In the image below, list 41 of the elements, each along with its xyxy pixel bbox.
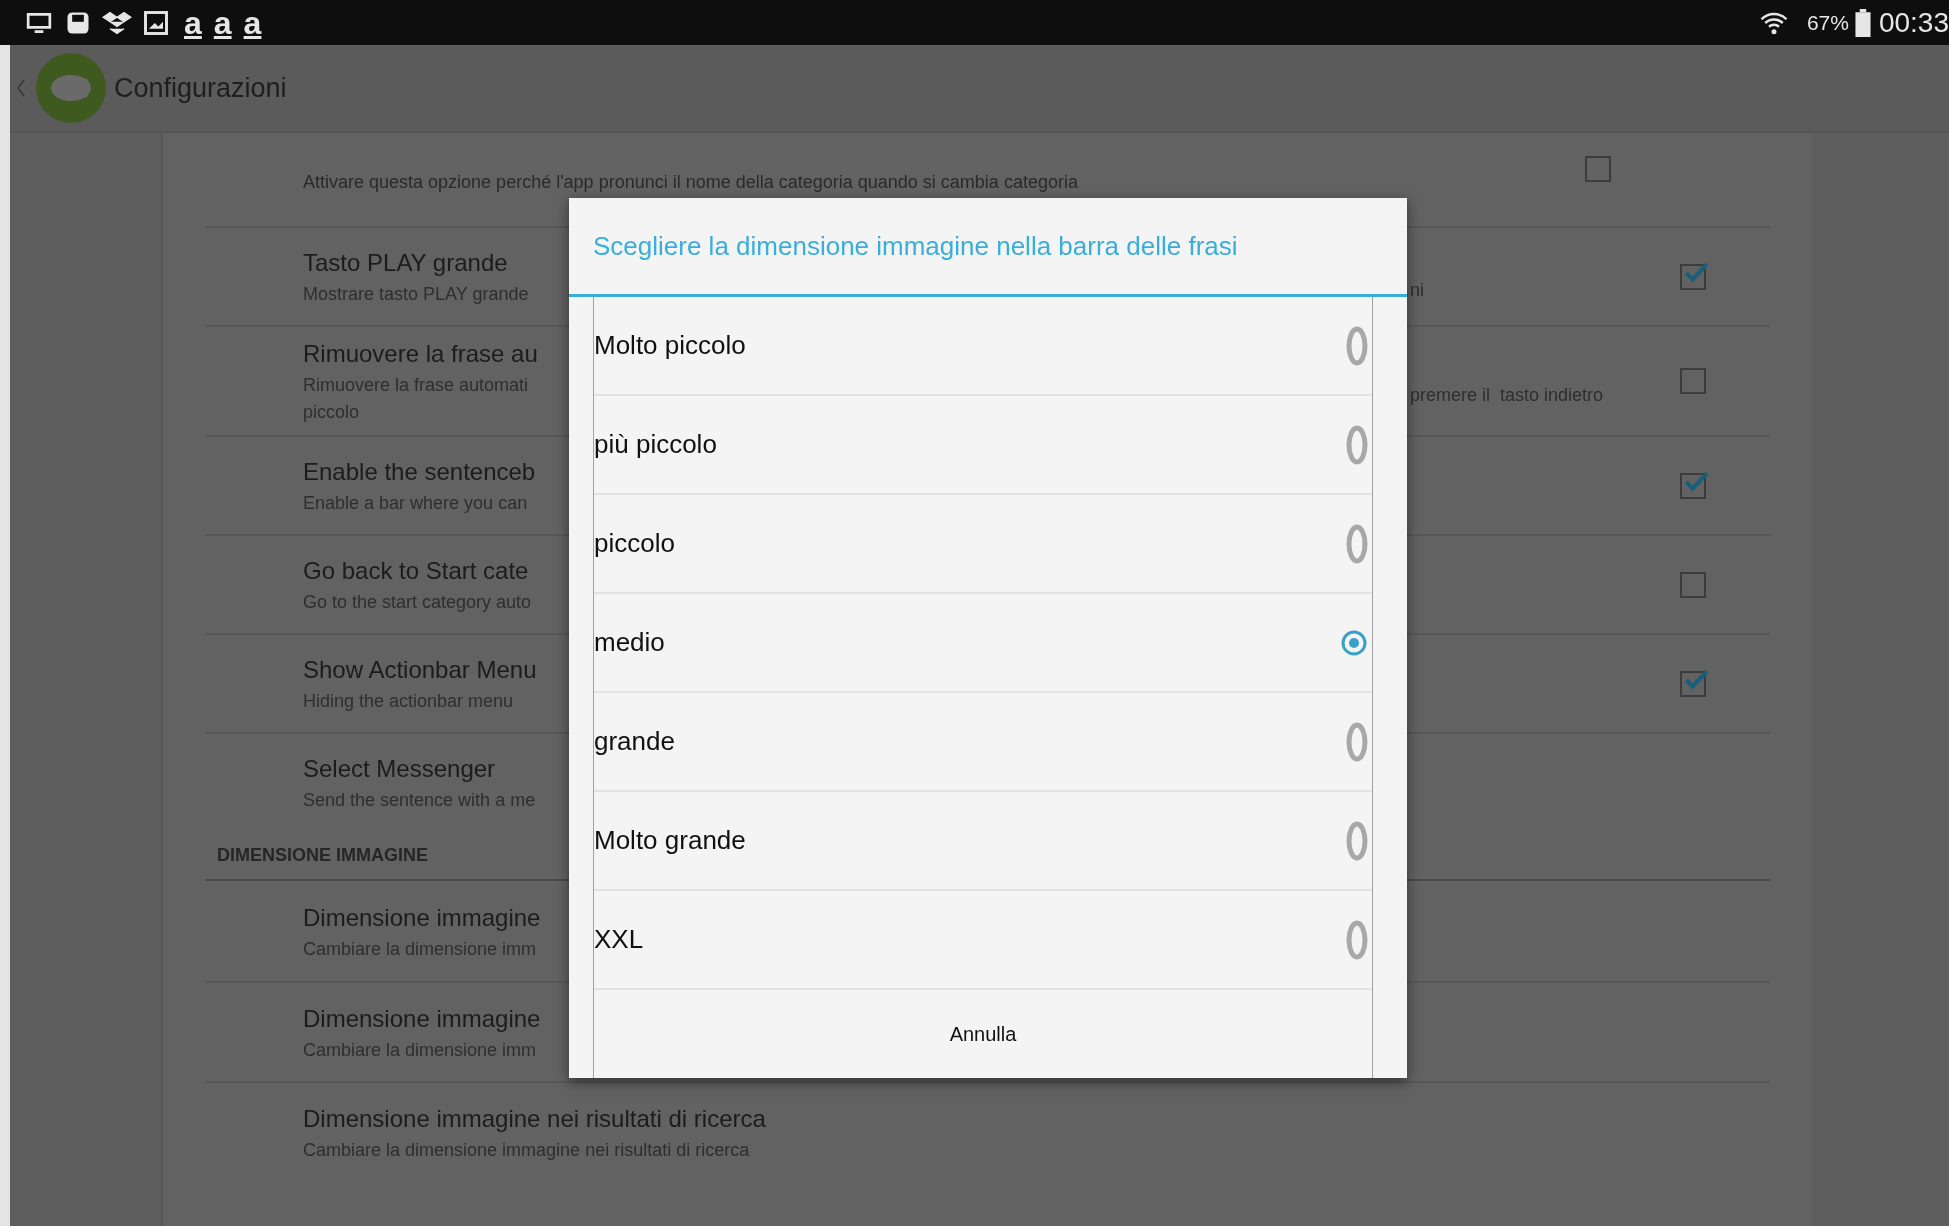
radio-button[interactable] [1346,721,1368,762]
letter-icon: a [184,6,202,39]
checkbox[interactable] [1680,571,1706,598]
checkbox[interactable] [1585,156,1611,182]
option-item[interactable]: più piccolo [594,396,1372,495]
option-label: XXL [594,923,645,956]
letter-icon: a [243,6,262,39]
option-label: grande [594,725,676,758]
letter-icon: a [213,6,232,39]
radio-button[interactable] [1346,523,1368,564]
clock: 00:33 [1878,5,1949,40]
section-header: DIMENSIONE IMMAGINE [216,843,428,867]
app-logo-icon[interactable] [36,53,106,123]
radio-button[interactable] [1340,628,1368,657]
option-item[interactable]: piccolo [594,495,1372,594]
back-icon[interactable] [16,78,26,98]
option-label: piccolo [594,527,676,560]
screen-title: Configurazioni [114,71,287,105]
option-item[interactable]: medio [594,594,1372,693]
checkbox[interactable] [1680,368,1706,394]
radio-button[interactable] [1346,820,1368,861]
option-item[interactable]: Molto piccolo [594,297,1372,396]
radio-button[interactable] [1346,325,1368,366]
battery-icon [1854,8,1871,37]
checkbox[interactable] [1680,472,1706,499]
option-label: Molto piccolo [594,329,747,362]
radio-button[interactable] [1346,424,1368,465]
radio-button[interactable] [1346,919,1368,960]
option-label: più piccolo [594,428,718,461]
setting-description: Attivare questa opzione perché l'app pronunci il nome della categoria quando si cambia categoria [302,172,1079,192]
option-item[interactable]: Molto grande [594,792,1372,891]
option-label: medio [594,626,666,659]
option-item[interactable]: grande [594,693,1372,792]
image-icon [142,8,170,37]
cancel-button[interactable]: Annulla [929,1009,1037,1059]
checkbox[interactable] [1680,263,1706,290]
option-label: Molto grande [594,824,747,857]
dialog-title: Scegliere la dimensione immagine nella barra delle frasi [593,229,1238,263]
checkbox[interactable] [1680,670,1706,697]
battery-percent: 67% [1806,9,1849,36]
option-item[interactable]: XXL [594,891,1372,990]
